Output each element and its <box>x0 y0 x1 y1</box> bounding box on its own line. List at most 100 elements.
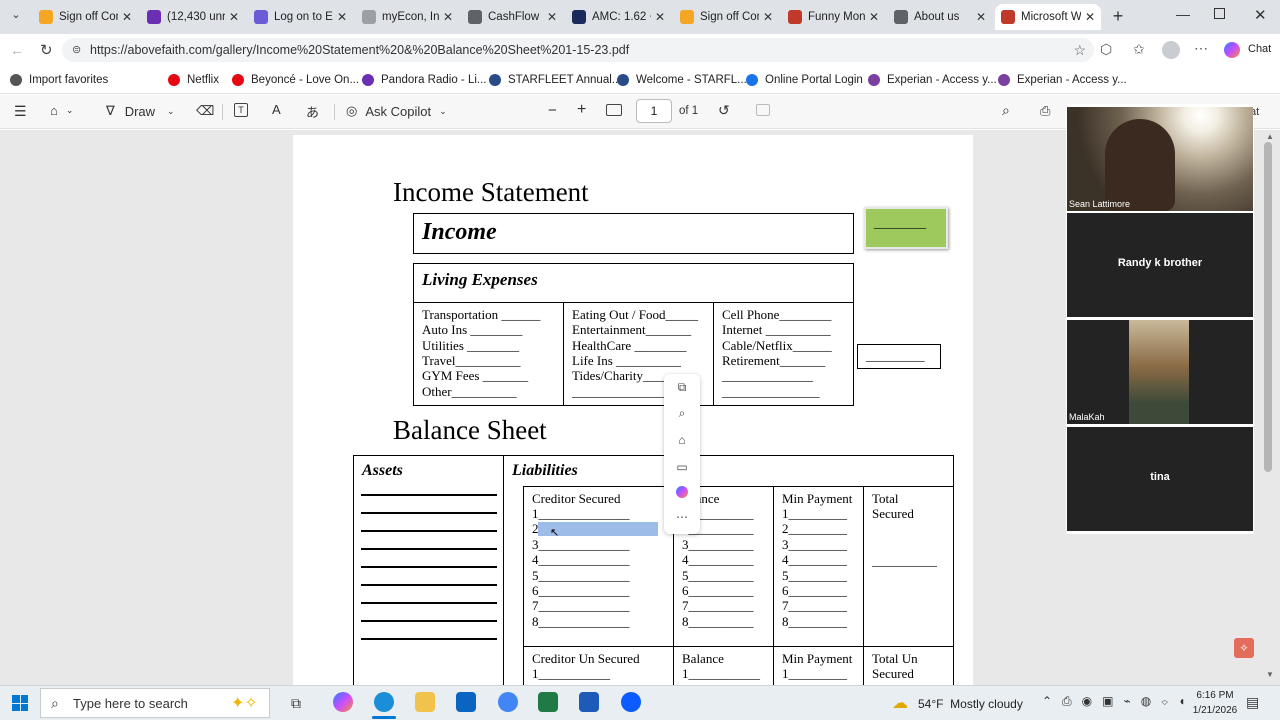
tab[interactable]: myEcon, Inc. ✕ <box>356 4 459 30</box>
highlight-icon[interactable]: ⌂ ⌄ <box>50 103 73 118</box>
excel-icon[interactable] <box>538 692 558 712</box>
favorite-link[interactable]: Netflix <box>168 72 219 88</box>
refresh-icon[interactable]: ↻ <box>40 41 53 59</box>
tab-title: (12,430 unrea <box>167 11 225 23</box>
site-info-icon[interactable]: ⊜ <box>72 38 81 62</box>
close-window-icon[interactable]: ✕ <box>1254 6 1267 24</box>
text-box-icon[interactable]: T <box>234 103 248 117</box>
secured-row-entry: 6______________ <box>532 583 630 598</box>
zoom-participant-tile[interactable]: Randy k brother <box>1067 213 1253 317</box>
zoom-participant-tile[interactable]: Sean Lattimore <box>1067 107 1253 211</box>
system-tray-icons[interactable]: ⌃⎙◉▣⌁◍⌔◖ <box>1042 694 1196 709</box>
eraser-icon[interactable]: ⌫ <box>196 103 214 119</box>
word-icon[interactable] <box>579 692 599 712</box>
search-icon[interactable]: ⌕ <box>1002 102 1010 119</box>
tab-close-icon[interactable]: ✕ <box>337 10 347 24</box>
tab-close-icon[interactable]: ✕ <box>1085 10 1095 24</box>
clock-date[interactable]: 1/21/2026 <box>1184 705 1246 716</box>
task-view-icon[interactable]: ⧉ <box>291 695 301 712</box>
tab[interactable]: About us ✕ <box>888 4 992 30</box>
file-explorer-icon[interactable] <box>415 692 435 712</box>
more-options-icon[interactable]: ⋯ <box>674 510 690 526</box>
comment-icon[interactable]: ▭ <box>674 460 690 476</box>
tab-close-icon[interactable]: ✕ <box>869 10 879 24</box>
contents-icon[interactable]: ☰ <box>14 103 27 120</box>
tab[interactable]: AMC: 1.62 +0 ✕ <box>566 4 671 30</box>
print-icon[interactable]: ⎙ <box>1040 103 1050 119</box>
maximize-icon[interactable] <box>1214 8 1225 19</box>
expenses-divider <box>713 303 714 405</box>
highlight-selection-icon[interactable]: ⌂ <box>674 433 690 449</box>
two-page-view-icon[interactable] <box>756 104 770 116</box>
outlook-icon[interactable] <box>456 692 476 712</box>
more-menu-icon[interactable]: ⋯ <box>1194 40 1208 57</box>
favorite-link[interactable]: Online Portal Login <box>746 72 863 88</box>
start-button[interactable] <box>12 695 28 711</box>
edge-taskbar-icon[interactable] <box>374 692 394 712</box>
scroll-down-icon[interactable]: ▼ <box>1266 670 1274 679</box>
favorite-link[interactable]: STARFLEET Annual... <box>489 72 621 88</box>
tab-close-icon[interactable]: ✕ <box>763 10 773 24</box>
notifications-icon[interactable]: ▤ <box>1246 694 1259 711</box>
translate-icon[interactable]: あ <box>306 102 319 121</box>
favorite-link[interactable]: Beyoncé - Love On... <box>232 72 359 88</box>
tab[interactable]: Sign off Conf ✕ <box>33 4 138 30</box>
tab-close-icon[interactable]: ✕ <box>547 10 557 24</box>
tab-close-icon[interactable]: ✕ <box>443 10 453 24</box>
chrome-icon[interactable] <box>498 692 518 712</box>
zoom-taskbar-icon[interactable] <box>621 692 641 712</box>
favorite-link[interactable]: Import favorites <box>10 72 108 88</box>
tab[interactable]: CashFlow Ma ✕ <box>462 4 563 30</box>
page-number-input[interactable]: 1 <box>636 99 672 123</box>
zoom-in-icon[interactable]: + <box>577 101 586 119</box>
draw-button[interactable]: ∇ Draw ⌄ <box>106 103 175 119</box>
favorite-star-icon[interactable]: ☆ <box>1073 38 1086 62</box>
browser-tab-bar: ⌄ Sign off Conf✕(12,430 unrea✕Log on to … <box>0 0 1280 34</box>
favorite-link[interactable]: Experian - Access y... <box>998 72 1127 88</box>
copilot-selection-icon[interactable] <box>676 486 688 498</box>
tab-favicon-icon <box>147 10 161 24</box>
back-icon[interactable]: ← <box>10 42 24 58</box>
tab-close-icon[interactable]: ✕ <box>229 10 239 24</box>
clock-time[interactable]: 6:16 PM <box>1192 690 1238 701</box>
tab[interactable]: Log on to E*T ✕ <box>248 4 353 30</box>
scroll-up-icon[interactable]: ▲ <box>1266 132 1274 141</box>
tab-actions-chevron-icon[interactable]: ⌄ <box>6 8 26 26</box>
chat-button[interactable]: Chat <box>1248 43 1271 55</box>
unsecured-balance-row-1: 1___________ <box>682 666 760 681</box>
tab-close-icon[interactable]: ✕ <box>122 10 132 24</box>
extensions-icon[interactable]: ⬡ <box>1100 41 1112 58</box>
zoom-participant-tile[interactable]: MalaKah <box>1067 320 1253 424</box>
tab[interactable]: Sign off Conf ✕ <box>674 4 779 30</box>
pdf-icon[interactable]: ⟡ <box>1234 638 1254 658</box>
rotate-icon[interactable]: ↺ <box>718 102 730 119</box>
taskbar-search-box[interactable]: ⌕ Type here to search ✦✧ <box>40 688 270 718</box>
tab[interactable]: (12,430 unrea ✕ <box>141 4 245 30</box>
zoom-participant-tile[interactable]: tina <box>1067 427 1253 531</box>
copilot-taskbar-icon[interactable] <box>333 692 353 712</box>
tab[interactable]: Microsoft Wo ✕ <box>995 4 1101 30</box>
tab[interactable]: Funny Money ✕ <box>782 4 885 30</box>
tab-favicon-icon <box>468 10 482 24</box>
zoom-out-icon[interactable]: − <box>548 102 557 119</box>
scrollbar-thumb[interactable] <box>1264 142 1272 472</box>
profile-avatar[interactable] <box>1162 41 1180 59</box>
copilot-icon[interactable] <box>1224 42 1240 58</box>
tab-title: AMC: 1.62 +0 <box>592 11 651 23</box>
search-magnifier-icon: ⌕ <box>51 695 59 711</box>
read-aloud-icon[interactable]: A <box>272 102 281 117</box>
url-field[interactable]: ⊜ https://abovefaith.com/gallery/Income%… <box>62 38 1094 62</box>
weather-text[interactable]: 54°F Mostly cloudy <box>918 697 1023 711</box>
minimize-icon[interactable]: — <box>1176 6 1190 22</box>
favorite-link[interactable]: Pandora Radio - Li... <box>362 72 486 88</box>
ask-copilot-button[interactable]: ◎ Ask Copilot ⌄ <box>346 103 447 119</box>
favorite-link[interactable]: Experian - Access y... <box>868 72 997 88</box>
favorite-link[interactable]: Welcome - STARFL... <box>617 72 747 88</box>
new-tab-plus-icon[interactable]: + <box>1108 6 1128 26</box>
tab-close-icon[interactable]: ✕ <box>655 10 665 24</box>
fit-page-icon[interactable] <box>606 104 622 116</box>
favorites-icon[interactable]: ✩ <box>1133 41 1145 58</box>
copy-icon[interactable]: ⧉ <box>674 380 690 396</box>
search-selection-icon[interactable]: ⌕ <box>674 406 690 422</box>
tab-close-icon[interactable]: ✕ <box>976 10 986 24</box>
